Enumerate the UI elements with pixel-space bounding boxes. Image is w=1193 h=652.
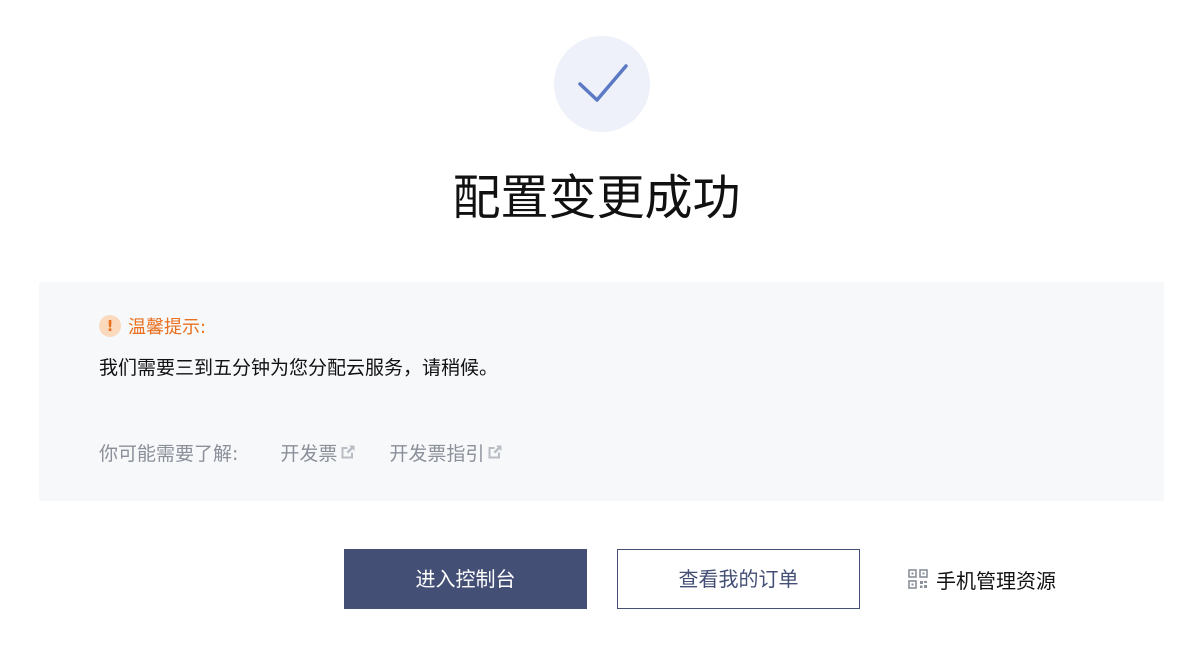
related-label: 你可能需要了解: [99, 442, 239, 465]
tip-panel: ! 温馨提示: 我们需要三到五分钟为您分配云服务，请稍候。 你可能需要了解: 开… [39, 282, 1164, 501]
mobile-manage-label: 手机管理资源 [936, 568, 1056, 593]
mobile-manage-link[interactable]: 手机管理资源 [908, 563, 1056, 595]
invoice-link[interactable]: 开发票 [280, 439, 356, 466]
page-title: 配置变更成功 [452, 170, 741, 226]
invoice-guide-link[interactable]: 开发票指引 [389, 439, 503, 466]
view-orders-button[interactable]: 查看我的订单 [617, 549, 860, 609]
tip-label: 温馨提示: [128, 317, 207, 338]
config-success-page: 配置变更成功 ! 温馨提示: 我们需要三到五分钟为您分配云服务，请稍候。 你可能… [0, 0, 1193, 652]
check-icon [578, 64, 628, 102]
tip-message: 我们需要三到五分钟为您分配云服务，请稍候。 [99, 357, 499, 379]
warning-icon: ! [99, 315, 121, 337]
invoice-link-label: 开发票 [280, 442, 338, 465]
tip-header: ! 温馨提示: [99, 314, 206, 338]
invoice-guide-link-label: 开发票指引 [389, 442, 485, 465]
external-link-icon [341, 445, 356, 459]
enter-console-button[interactable]: 进入控制台 [344, 549, 587, 609]
success-badge [554, 36, 650, 132]
external-link-icon [488, 445, 503, 459]
related-links: 你可能需要了解: 开发票 开发票指引 [99, 438, 536, 466]
qr-code-icon [908, 569, 928, 589]
